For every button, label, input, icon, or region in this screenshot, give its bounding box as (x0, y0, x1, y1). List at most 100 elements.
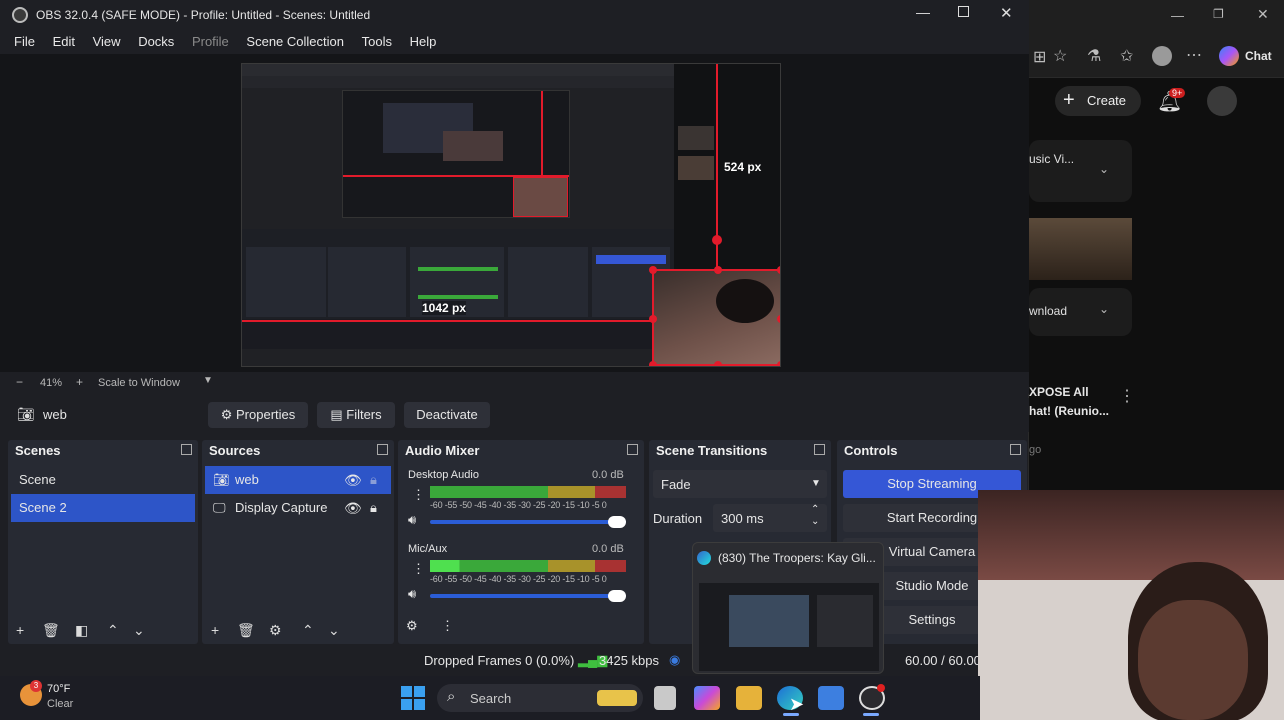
copilot-taskbar-icon[interactable] (694, 686, 720, 710)
favorite-icon[interactable]: ☆ (1053, 46, 1067, 66)
scene-item-selected[interactable]: Scene 2 (11, 494, 195, 522)
apps-icon[interactable]: ⊞ (1033, 47, 1046, 67)
source-properties-icon[interactable]: ⚙ (269, 622, 282, 639)
restore-icon[interactable]: ❐ (1213, 7, 1224, 21)
lock-icon[interactable]: 🔒︎ (370, 494, 377, 522)
remove-source-icon[interactable]: 🗑︎ (237, 622, 255, 639)
width-distance-label: 1042 px (422, 301, 467, 315)
scale-dropdown-icon[interactable]: ▼ (203, 375, 213, 386)
resize-handle[interactable] (777, 315, 780, 323)
move-down-icon[interactable]: ⌄ (328, 622, 340, 639)
filters-button[interactable]: ▤ Filters (317, 402, 395, 428)
move-down-icon[interactable]: ⌄ (133, 622, 145, 639)
scene-filters-icon[interactable]: ◧ (75, 622, 88, 639)
more-vertical-icon[interactable]: ⋮ (1119, 386, 1135, 406)
taskbar-search-box[interactable]: ⌕ Search (437, 684, 643, 712)
weather-temp[interactable]: 70°F (47, 683, 70, 695)
video-title-line2[interactable]: hat! (Reunio... (1029, 404, 1109, 418)
weather-condition[interactable]: Clear (47, 698, 73, 710)
chevron-down-icon[interactable]: ⌄ (1099, 162, 1109, 176)
add-scene-icon[interactable]: + (16, 622, 24, 638)
preview-capture-image[interactable]: 524 px 1042 px (241, 63, 781, 367)
download-card[interactable]: wnload (1029, 288, 1132, 336)
taskbar-preview-thumbnail[interactable]: (830) The Troopers: Kay Gli... (692, 542, 884, 674)
resize-handle[interactable] (777, 266, 780, 274)
windows-start-icon[interactable] (401, 686, 425, 710)
undock-icon[interactable] (1010, 444, 1021, 455)
channel-menu-icon[interactable]: ⋮ (412, 487, 425, 503)
undock-icon[interactable] (627, 444, 638, 455)
favorites-list-icon[interactable]: ✩ (1120, 46, 1133, 66)
scale-mode[interactable]: Scale to Window (98, 377, 180, 389)
spin-down-icon[interactable]: ⌄ (811, 516, 819, 527)
channel-menu-icon[interactable]: ⋮ (412, 561, 425, 577)
menu-tools[interactable]: Tools (362, 30, 392, 54)
close-icon[interactable]: ✕ (1257, 6, 1269, 23)
zoom-in-button[interactable]: + (76, 375, 83, 389)
video-card[interactable]: usic Vi... (1029, 140, 1132, 202)
file-explorer-icon[interactable] (736, 686, 762, 710)
spin-up-icon[interactable]: ⌃ (811, 504, 819, 515)
lock-icon[interactable]: 🔒︎ (370, 466, 377, 494)
account-avatar[interactable] (1207, 86, 1237, 116)
copilot-icon[interactable] (1219, 46, 1239, 66)
selected-source-bounding-box[interactable] (649, 266, 780, 366)
resize-handle[interactable] (714, 361, 722, 366)
source-item[interactable]: 🖵 Display Capture 👁︎ 🔒︎ (205, 494, 391, 522)
menu-docks[interactable]: Docks (138, 30, 174, 54)
desktop-audio-volume-slider[interactable] (430, 516, 626, 528)
mic-aux-volume-slider[interactable] (430, 590, 626, 602)
minimize-icon[interactable]: — (916, 4, 930, 20)
menu-file[interactable]: File (14, 30, 35, 54)
scenes-list: Scene Scene 2 (11, 464, 195, 616)
resize-handle[interactable] (777, 361, 780, 366)
mixer-menu-icon[interactable]: ⋮ (441, 618, 454, 634)
move-up-icon[interactable]: ⌃ (107, 622, 119, 639)
menu-help[interactable]: Help (410, 30, 437, 54)
task-view-icon[interactable] (654, 686, 676, 710)
chat-button[interactable]: Chat (1245, 49, 1272, 63)
slider-knob[interactable] (608, 590, 626, 602)
chevron-down-icon[interactable]: ⌄ (1099, 302, 1109, 316)
source-item-selected[interactable]: 📷︎ web 👁︎ 🔒︎ (205, 466, 391, 494)
deactivate-button[interactable]: Deactivate (404, 402, 490, 428)
maximize-icon[interactable] (958, 6, 969, 17)
remove-scene-icon[interactable]: 🗑︎ (42, 622, 60, 639)
transition-select[interactable]: Fade ▼ (653, 470, 827, 498)
sources-toolbar: + 🗑︎ ⚙ ⌃ ⌄ (202, 616, 394, 644)
video-title-line1[interactable]: XPOSE All (1029, 385, 1089, 399)
undock-icon[interactable] (181, 444, 192, 455)
scene-item[interactable]: Scene (11, 466, 195, 494)
duration-spinbox[interactable]: 300 ms ⌃ ⌄ (713, 504, 827, 532)
resize-handle[interactable] (649, 266, 657, 274)
more-icon[interactable]: ⋯ (1186, 45, 1202, 65)
create-button[interactable]: + Create (1055, 86, 1141, 116)
visibility-eye-icon[interactable]: 👁︎ (344, 466, 362, 494)
menu-edit[interactable]: Edit (53, 30, 75, 54)
speaker-icon[interactable]: 🔊︎ (408, 512, 416, 528)
video-thumbnail[interactable] (1029, 218, 1132, 280)
move-up-icon[interactable]: ⌃ (302, 622, 314, 639)
undock-icon[interactable] (814, 444, 825, 455)
speaker-icon[interactable]: 🔊︎ (408, 586, 416, 602)
menu-view[interactable]: View (93, 30, 121, 54)
resize-handle[interactable] (649, 361, 657, 366)
menu-scene-collection[interactable]: Scene Collection (246, 30, 344, 54)
close-icon[interactable]: ✕ (1000, 4, 1013, 22)
menu-profile[interactable]: Profile (192, 30, 229, 54)
zoom-out-button[interactable]: − (16, 375, 23, 389)
slider-knob[interactable] (608, 516, 626, 528)
resize-handle[interactable] (714, 266, 722, 274)
resize-handle[interactable] (649, 315, 657, 323)
extension-icon[interactable]: ⚗ (1087, 46, 1101, 66)
add-source-icon[interactable]: + (211, 622, 219, 638)
minimize-icon[interactable]: — (1171, 8, 1184, 23)
store-icon[interactable] (818, 686, 844, 710)
properties-button[interactable]: ⚙ Properties (208, 402, 308, 428)
nested-guide-line (343, 175, 569, 177)
profile-avatar[interactable] (1152, 46, 1172, 66)
visibility-eye-icon[interactable]: 👁︎ (344, 494, 362, 522)
undock-icon[interactable] (377, 444, 388, 455)
advanced-audio-gear-icon[interactable]: ⚙ (406, 618, 418, 634)
nested-webcam-frame (513, 177, 568, 217)
